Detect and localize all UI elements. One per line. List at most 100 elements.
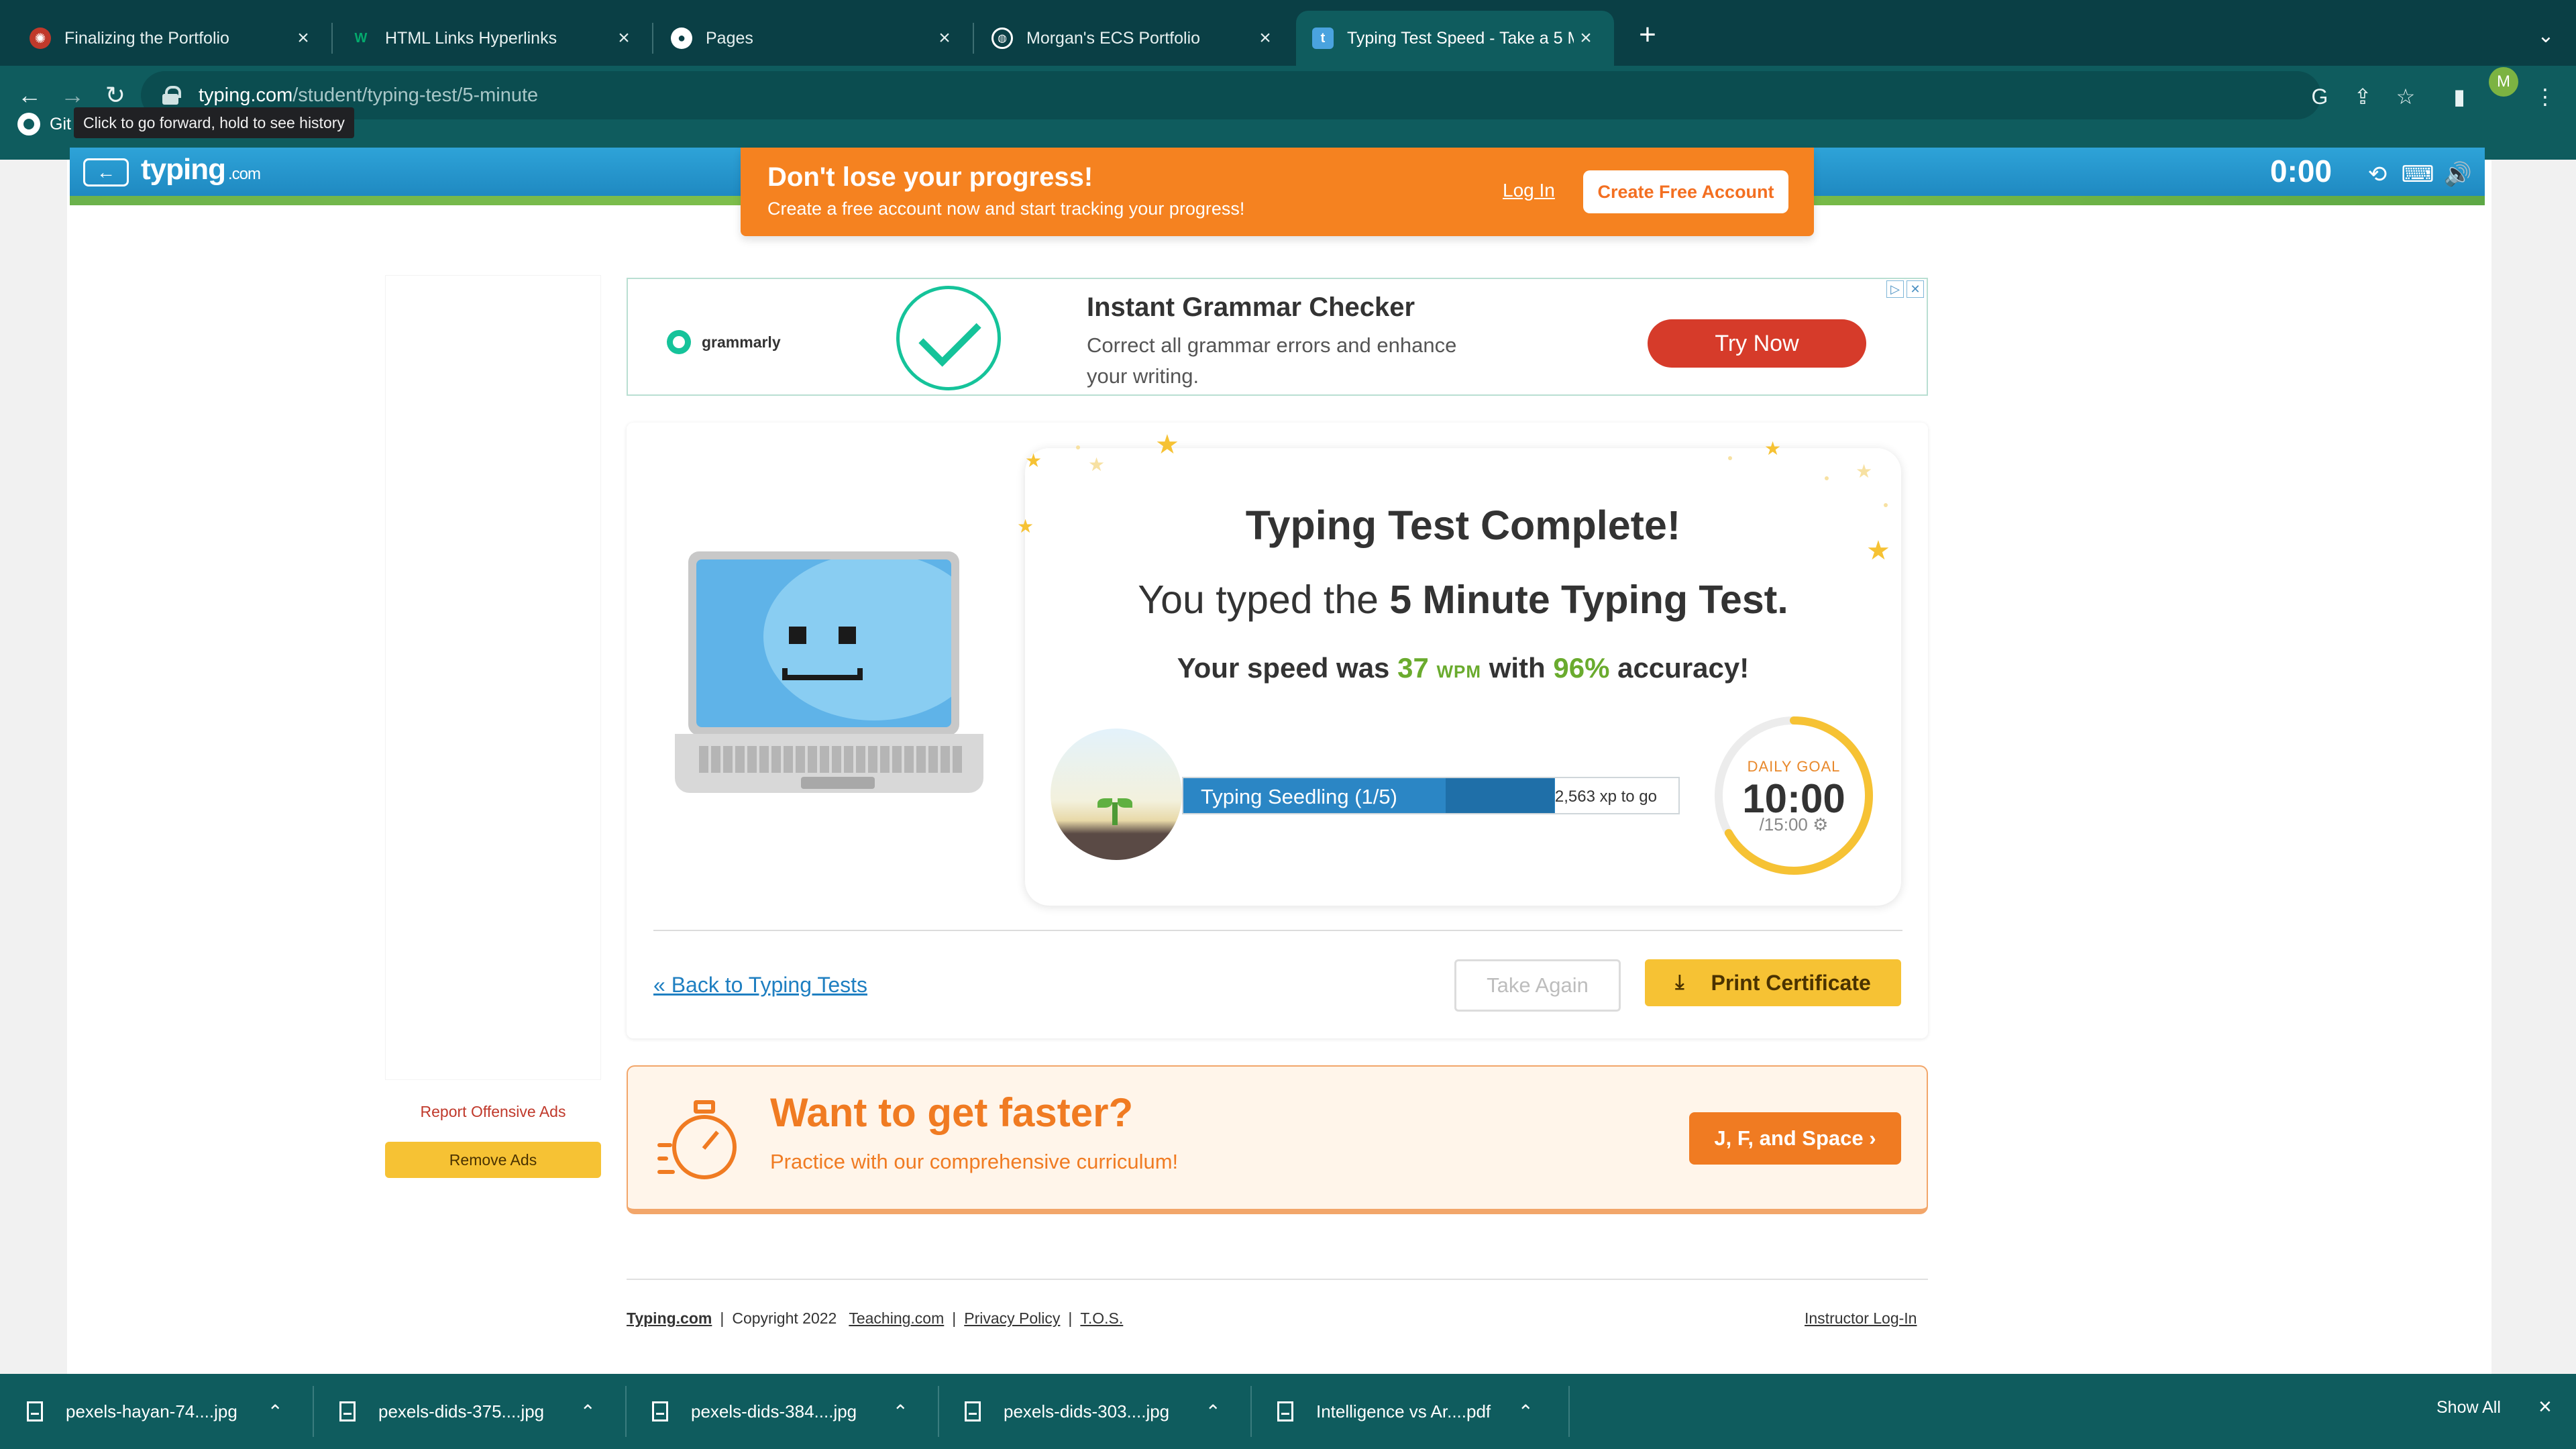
tab-divider [331,23,333,54]
close-icon[interactable]: × [1574,27,1598,50]
history-icon[interactable]: ⟲ [2361,158,2394,191]
report-ads-link[interactable]: Report Offensive Ads [385,1093,601,1130]
face-eye [789,627,806,644]
chevron-up-icon[interactable]: ⌃ [1205,1401,1221,1423]
xp-progress-bar: Typing Seedling (1/5) 2,563 xp to go [1182,777,1680,814]
ad-title: Instant Grammar Checker [1087,292,1415,322]
try-now-button[interactable]: Try Now [1648,319,1866,368]
face-eye [839,627,856,644]
accuracy-suffix: accuracy! [1609,652,1750,684]
google-icon[interactable]: G [2304,80,2336,113]
chevron-up-icon[interactable]: ⌃ [893,1401,908,1423]
take-again-button[interactable]: Take Again [1454,959,1621,1012]
level-label: Typing Seedling (1/5) [1201,785,1397,808]
close-icon[interactable]: × [932,27,957,50]
close-icon[interactable]: × [1253,27,1277,50]
laptop-screen [688,551,959,735]
grammarly-ad[interactable]: grammarly Instant Grammar Checker Correc… [627,278,1928,396]
footer-separator: | [720,1309,724,1327]
volume-icon[interactable]: 🔊 [2442,158,2474,191]
tab-title: Pages [706,28,753,48]
chevron-up-icon[interactable]: ⌃ [268,1401,283,1423]
tab-typing-test[interactable]: t Typing Test Speed - Take a 5 M × [1296,11,1614,66]
back-arrow-icon[interactable]: ← [11,76,48,114]
close-icon[interactable]: × [2538,1394,2552,1420]
typing-icon: t [1312,28,1334,49]
address-bar[interactable]: typing.com /student/typing-test/5-minute [141,71,2321,119]
faster-title: Want to get faster? [770,1090,1134,1135]
adchoices-icon[interactable]: ▷ [1886,280,1904,298]
footer-teaching-link[interactable]: Teaching.com [849,1309,944,1328]
print-label: Print Certificate [1711,970,1871,995]
page-margin-right [2491,160,2576,1374]
daily-goal-ring: DAILY GOAL 10:00 /15:00 ⚙ [1712,714,1876,877]
ad-description: Correct all grammar errors and enhance y… [1087,333,1457,388]
github-icon: ● [671,28,692,49]
close-icon[interactable]: × [291,27,315,50]
tab-pages[interactable]: ● Pages × [655,11,973,66]
test-timer: 0:00 [2270,154,2332,189]
result-test-name: You typed the 5 Minute Typing Test. [1025,577,1901,623]
instructor-login-link[interactable]: Instructor Log-In [1805,1309,1917,1328]
logo-suffix: .com [227,165,261,183]
url-path: /student/typing-test/5-minute [292,84,539,106]
file-icon [652,1401,668,1421]
tab-finalizing-portfolio[interactable]: ✺ Finalizing the Portfolio × [13,11,331,66]
chevron-up-icon[interactable]: ⌃ [1518,1401,1534,1423]
download-item[interactable]: Intelligence vs Ar....pdf ⌃ [1250,1374,1563,1449]
tab-morgans-portfolio[interactable]: ◍ Morgan's ECS Portfolio × [975,11,1293,66]
remove-ads-button[interactable]: Remove Ads [385,1142,601,1178]
gear-icon[interactable]: ⚙ [1813,814,1828,835]
tab-html-links[interactable]: W HTML Links Hyperlinks × [334,11,652,66]
get-faster-panel: Want to get faster? Practice with our co… [627,1065,1928,1214]
grammarly-logo: grammarly [667,330,781,354]
download-item[interactable]: pexels-dids-303....jpg ⌃ [938,1374,1250,1449]
chevron-up-icon[interactable]: ⌃ [580,1401,596,1423]
lock-icon [162,86,181,105]
forward-tooltip: Click to go forward, hold to see history [74,107,354,138]
typing-logo[interactable]: typing .com [141,153,261,186]
back-arrow-icon[interactable]: ← [83,158,129,186]
back-to-tests-link[interactable]: « Back to Typing Tests [653,973,867,998]
tab-search-chevron-icon[interactable]: ⌄ [2529,19,2563,52]
footer-divider [627,1279,1928,1280]
login-link[interactable]: Log In [1503,180,1555,201]
profile-avatar[interactable]: M [2489,67,2518,97]
download-item[interactable]: pexels-hayan-74....jpg ⌃ [0,1374,313,1449]
close-icon[interactable]: × [612,27,636,50]
accuracy-value: 96% [1553,652,1610,684]
footer-copyright: Copyright 2022 [732,1309,837,1327]
download-icon: ⤓ [1675,971,1684,994]
footer-separator: | [1068,1309,1073,1327]
share-icon[interactable]: ⇪ [2347,80,2379,113]
ad-choices[interactable]: ▷ ✕ [1886,280,1924,298]
bookmark-github[interactable]: Git [17,113,71,136]
bookmark-star-icon[interactable]: ☆ [2390,80,2422,113]
download-item[interactable]: pexels-dids-375....jpg ⌃ [313,1374,625,1449]
show-all-downloads-button[interactable]: Show All [2436,1398,2501,1417]
tab-title: HTML Links Hyperlinks [385,28,557,48]
footer-privacy-link[interactable]: Privacy Policy [964,1309,1060,1328]
laptop-keyboard [699,746,962,773]
create-account-button[interactable]: Create Free Account [1583,170,1788,213]
side-panel-icon[interactable]: ▮ [2443,80,2475,113]
download-item[interactable]: pexels-dids-384....jpg ⌃ [625,1374,938,1449]
close-ad-icon[interactable]: ✕ [1907,280,1924,298]
sparkle-dot [1825,476,1829,480]
logo-text: typing [141,153,226,186]
footer-tos-link[interactable]: T.O.S. [1080,1309,1123,1328]
more-menu-icon[interactable]: ⋮ [2529,80,2561,113]
keyboard-off-icon[interactable]: ⌨ [2401,158,2434,191]
tab-divider [973,23,974,54]
page-margin-left [0,160,67,1374]
new-tab-button[interactable]: + [1629,16,1666,54]
wpm-value: 37 [1397,652,1429,684]
jf-space-lesson-button[interactable]: J, F, and Space › [1689,1112,1901,1165]
print-certificate-button[interactable]: ⤓ Print Certificate [1645,959,1901,1006]
goal-total-text: /15:00 [1759,814,1808,835]
result-speed-line: Your speed was 37 WPM with 96% accuracy! [1025,652,1901,684]
laptop-trackpad [801,777,875,789]
faster-subtitle: Practice with our comprehensive curricul… [770,1150,1179,1173]
test-name-prefix: You typed the [1138,578,1390,622]
footer-brand-link[interactable]: Typing.com [627,1309,712,1328]
